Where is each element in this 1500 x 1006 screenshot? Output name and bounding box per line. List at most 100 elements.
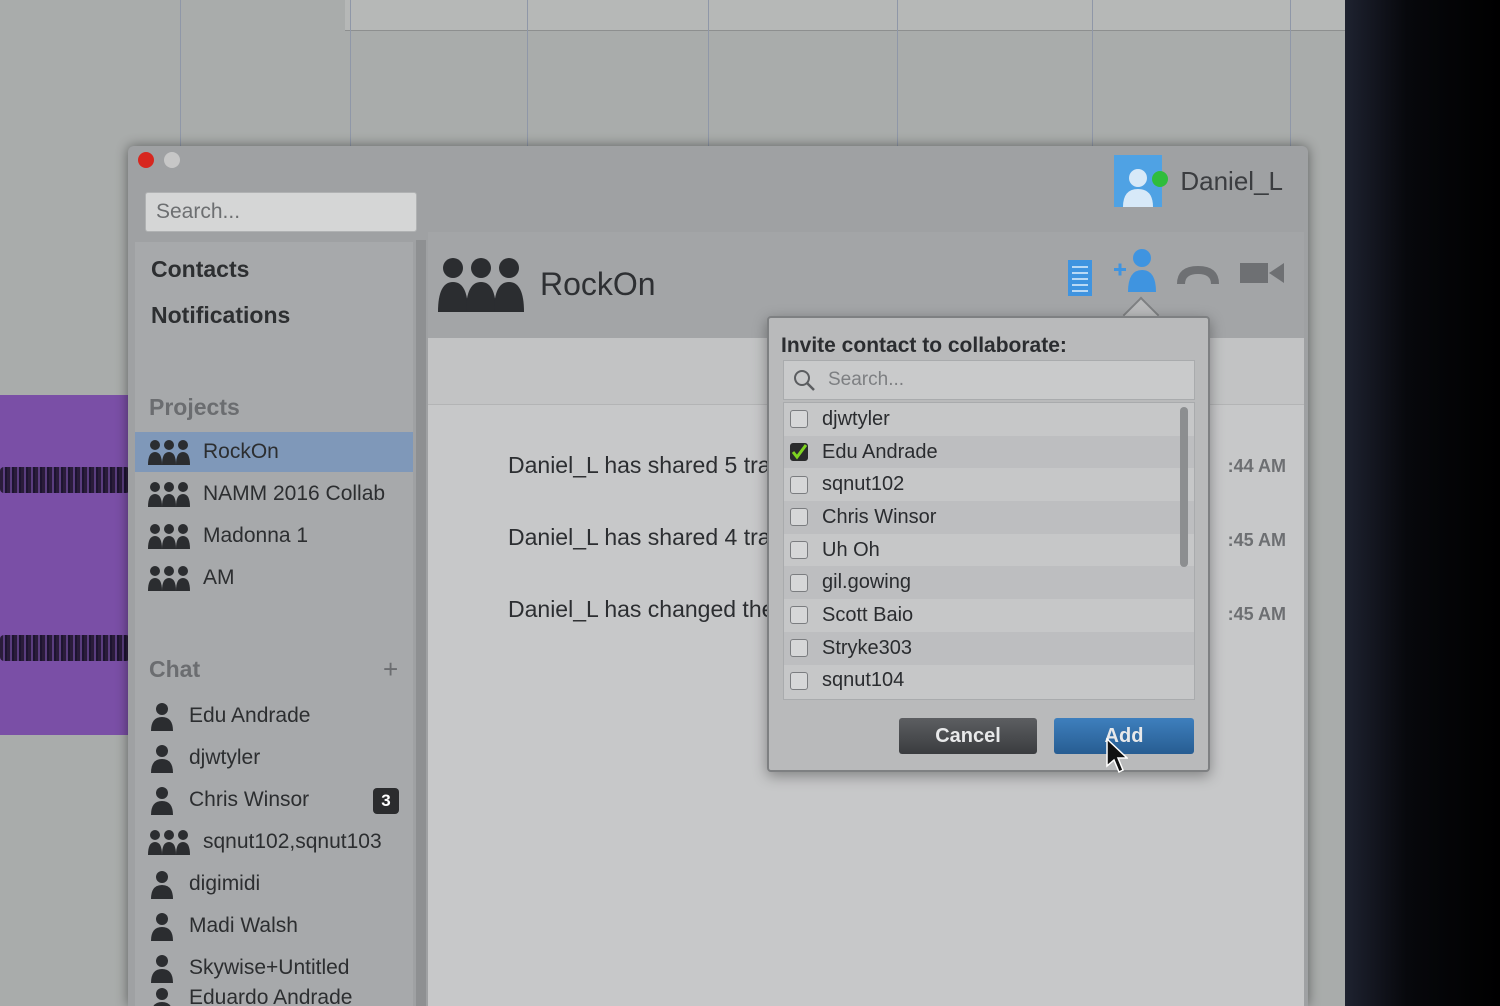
contact-label: Scott Baio: [822, 603, 914, 626]
add-contact-icon[interactable]: [1114, 246, 1162, 294]
chat-label: digimidi: [189, 872, 261, 895]
group-icon: [148, 482, 190, 507]
invite-contact-list[interactable]: djwtyler Edu Andrade sqnut102 Chris Wins…: [783, 402, 1195, 700]
user-icon: [151, 913, 173, 941]
invite-search[interactable]: [783, 360, 1195, 400]
message-time: :45 AM: [1227, 530, 1286, 550]
chat-label: Edu Andrade: [189, 704, 311, 727]
sidebar-resize-handle[interactable]: [416, 240, 426, 1006]
chat-item[interactable]: Edu Andrade: [135, 696, 413, 736]
contact-label: Chris Winsor: [822, 505, 937, 528]
sidebar-search[interactable]: [145, 192, 429, 232]
project-label: NAMM 2016 Collab: [203, 482, 386, 505]
invite-search-input[interactable]: [826, 368, 1186, 392]
chat-header: Chat: [149, 656, 201, 682]
user-icon: [151, 787, 173, 815]
checkbox[interactable]: [790, 508, 808, 527]
contact-label: sqnut102: [822, 473, 905, 496]
checkbox[interactable]: [790, 639, 808, 658]
check-icon: [791, 444, 807, 460]
chat-item[interactable]: Skywise+Untitled: [135, 948, 413, 988]
contact-label: sqnut104: [822, 669, 905, 692]
document-icon[interactable]: [1066, 260, 1094, 296]
chat-item[interactable]: Chris Winsor 3: [135, 780, 413, 820]
list-item[interactable]: Uh Oh: [784, 534, 1194, 567]
feed-message: Daniel_L has shared 4 trac: [508, 524, 783, 550]
list-item[interactable]: Scott Baio: [784, 599, 1194, 632]
chat-label: Madi Walsh: [189, 914, 298, 937]
daw-top-bar: [345, 0, 1345, 31]
chat-item[interactable]: Eduardo Andrade: [135, 986, 413, 1006]
chat-label: Skywise+Untitled: [189, 956, 350, 979]
feed-message: Daniel_L has changed the: [508, 596, 775, 622]
cancel-button[interactable]: Cancel: [899, 718, 1037, 754]
minimize-window-button[interactable]: [164, 152, 180, 168]
list-item[interactable]: sqnut102: [784, 468, 1194, 501]
project-item-madonna[interactable]: Madonna 1: [135, 516, 413, 556]
user-icon: [153, 988, 171, 1006]
checkbox[interactable]: [790, 410, 808, 429]
project-label: RockOn: [203, 440, 279, 463]
conversation-title: RockOn: [540, 266, 656, 302]
phone-icon[interactable]: [1174, 262, 1222, 290]
checkbox[interactable]: [790, 671, 808, 690]
screen-edge: [1345, 0, 1500, 1006]
feed-message: Daniel_L has shared 5 trac: [508, 452, 783, 478]
checkbox[interactable]: [790, 573, 808, 592]
checkbox[interactable]: [790, 606, 808, 625]
project-item-namm[interactable]: NAMM 2016 Collab: [135, 474, 413, 514]
user-icon: [1123, 169, 1154, 207]
list-item[interactable]: gil.gowing: [784, 566, 1194, 600]
popover-title: Invite contact to collaborate:: [781, 334, 1067, 357]
user-icon: [151, 703, 173, 731]
list-item[interactable]: Stryke303: [784, 631, 1194, 665]
project-item-am[interactable]: AM: [135, 558, 413, 598]
unread-badge: 3: [373, 788, 399, 814]
chat-item[interactable]: Madi Walsh: [135, 906, 413, 946]
chat-label: sqnut102,sqnut103: [203, 830, 382, 853]
contact-label: Edu Andrade: [822, 440, 938, 463]
chat-item[interactable]: djwtyler: [135, 738, 413, 778]
list-item[interactable]: Chris Winsor: [784, 501, 1194, 534]
project-label: Madonna 1: [203, 524, 309, 547]
waveform: [0, 635, 130, 661]
close-window-button[interactable]: [138, 152, 154, 168]
nav-contacts[interactable]: Contacts: [151, 256, 249, 283]
add-chat-button[interactable]: +: [383, 654, 398, 685]
mouse-cursor-icon: [1106, 738, 1128, 774]
group-icon: [148, 830, 190, 855]
list-item[interactable]: djwtyler: [784, 403, 1194, 436]
contact-label: gil.gowing: [822, 571, 911, 594]
sidebar: Contacts Notifications Projects RockOn N…: [135, 242, 413, 1006]
project-label: AM: [203, 566, 235, 589]
checkbox[interactable]: [790, 541, 808, 560]
avatar[interactable]: [1114, 155, 1169, 207]
project-item-rockon[interactable]: RockOn: [135, 432, 413, 472]
message-time: :45 AM: [1227, 604, 1286, 624]
checkbox[interactable]: [790, 475, 808, 494]
video-camera-icon[interactable]: [1240, 260, 1284, 286]
user-icon: [151, 955, 173, 983]
checkbox[interactable]: [790, 443, 808, 462]
chat-item[interactable]: sqnut102,sqnut103: [135, 822, 413, 862]
user-icon: [151, 871, 173, 899]
projects-header: Projects: [149, 394, 240, 420]
sidebar-search-input[interactable]: [154, 199, 429, 225]
scrollbar[interactable]: [1180, 407, 1188, 567]
list-item[interactable]: sqnut104: [784, 665, 1194, 698]
group-icon: [148, 440, 190, 465]
username: Daniel_L: [1180, 165, 1283, 196]
group-icon: [148, 566, 190, 591]
contact-label: Stryke303: [822, 636, 913, 659]
list-item[interactable]: Edu Andrade: [784, 435, 1194, 469]
message-time: :44 AM: [1227, 456, 1286, 476]
contact-label: Uh Oh: [822, 538, 880, 561]
audio-track-region[interactable]: [0, 395, 130, 735]
nav-notifications[interactable]: Notifications: [151, 302, 290, 329]
online-status-icon: [1152, 171, 1169, 187]
chat-item[interactable]: digimidi: [135, 864, 413, 904]
group-icon: [438, 258, 524, 312]
current-user[interactable]: Daniel_L: [1114, 152, 1283, 210]
chat-label: Eduardo Andrade: [189, 986, 353, 1006]
invite-popover: Invite contact to collaborate: djwtyler …: [767, 316, 1210, 772]
